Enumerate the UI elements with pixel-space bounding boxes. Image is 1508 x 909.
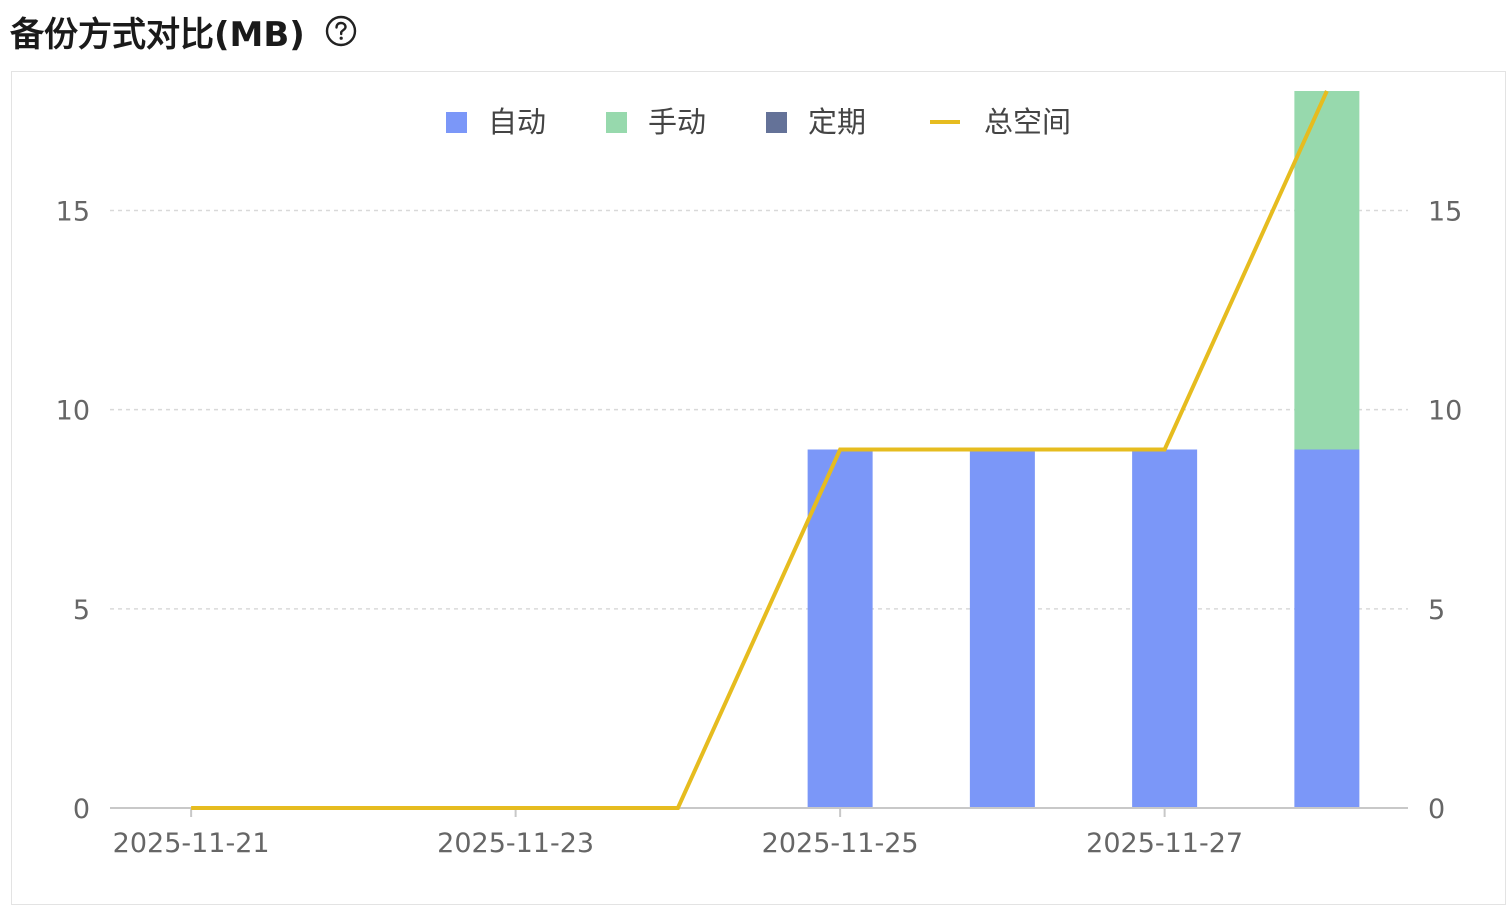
legend-label: 手动 (648, 105, 706, 139)
y-tick-label-left: 10 (56, 396, 90, 427)
legend-item-自动[interactable]: 自动 (446, 105, 546, 139)
y-tick-label-left: 0 (73, 794, 90, 825)
legend-label: 总空间 (984, 105, 1071, 139)
legend-swatch (766, 112, 787, 133)
x-tick-label: 2025-11-25 (762, 828, 919, 859)
legend-swatch (446, 112, 467, 133)
y-tick-label-right: 5 (1428, 595, 1445, 626)
x-tick-label: 2025-11-27 (1086, 828, 1243, 859)
bar-自动-2025-11-27 (1132, 449, 1198, 808)
backup-comparison-chart: 0 5 10 15 0 5 10 15 2025-11-21 2025-11-23 2025-11-… (56, 90, 1462, 859)
y-tick-label-right: 10 (1428, 396, 1462, 427)
y-tick-label-right: 15 (1428, 197, 1462, 228)
bar-自动-2025-11-28 (1294, 449, 1360, 808)
legend-item-总空间[interactable]: 总空间 (930, 105, 1071, 139)
y-tick-label-left: 5 (73, 595, 90, 626)
legend-label: 定期 (808, 105, 866, 139)
y-tick-label-left: 15 (56, 197, 90, 228)
x-tick-label: 2025-11-23 (437, 828, 594, 859)
legend-swatch (606, 112, 627, 133)
legend-item-手动[interactable]: 手动 (606, 105, 706, 139)
bar-自动-2025-11-26 (969, 449, 1035, 808)
legend-item-定期[interactable]: 定期 (766, 105, 866, 139)
x-tick-label: 2025-11-21 (113, 828, 270, 859)
legend-label: 自动 (488, 105, 546, 139)
y-tick-label-right: 0 (1428, 794, 1445, 825)
